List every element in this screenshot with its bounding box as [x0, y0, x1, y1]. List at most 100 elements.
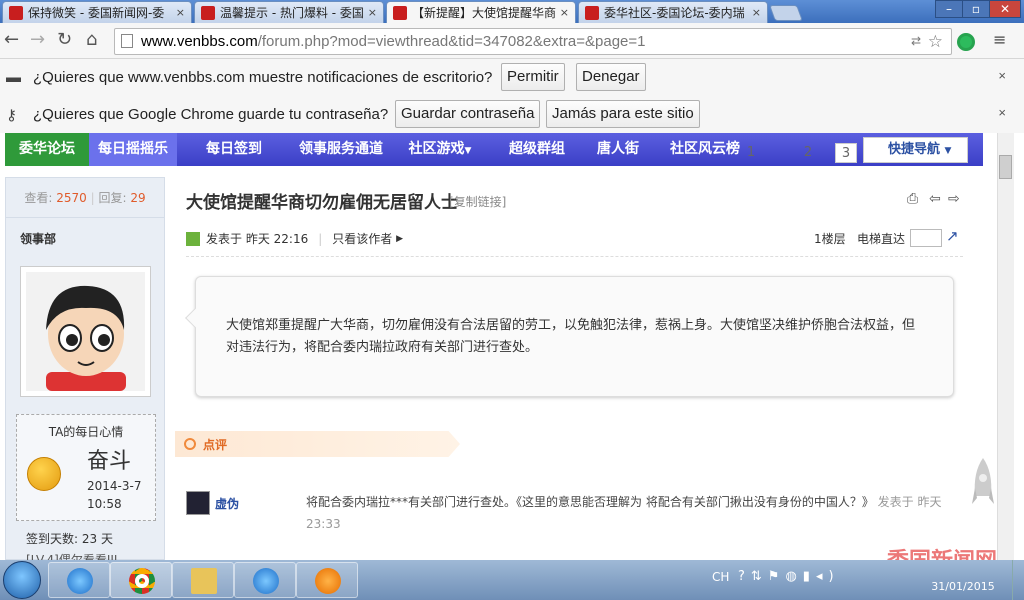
- author-sidebar: 查看: 2570 | 回复: 29 领事部 TA的每日心情 奋斗 2014-3-…: [5, 177, 165, 560]
- print-icon[interactable]: ⎙: [907, 191, 918, 207]
- forward-icon[interactable]: →: [30, 31, 45, 49]
- replies-count: 29: [130, 191, 146, 205]
- avast-icon: [315, 568, 341, 594]
- close-icon[interactable]: ×: [752, 6, 761, 19]
- close-window-button[interactable]: ✕: [989, 0, 1021, 18]
- maximize-button[interactable]: ▫: [962, 0, 990, 18]
- taskbar-explorer[interactable]: [172, 562, 234, 598]
- replies-label: 回复:: [98, 191, 127, 205]
- allow-button[interactable]: Permitir: [501, 63, 565, 91]
- elevator-input[interactable]: [910, 229, 942, 247]
- views-label: 查看:: [24, 191, 53, 205]
- copy-link[interactable]: [复制链接]: [449, 193, 506, 210]
- nav-groups[interactable]: 超级群组: [495, 133, 579, 166]
- web-page: 委华论坛 每日摇摇乐 每日签到 领事服务通道 社区游戏▼ 超级群组 唐人街 社区…: [0, 133, 1024, 560]
- close-icon[interactable]: ×: [368, 6, 377, 19]
- bookmark-star-icon[interactable]: ☆: [928, 29, 943, 54]
- elevator-label: 电梯直达: [857, 232, 906, 246]
- tray-icons[interactable]: ?⇅⚑◍▮◂): [738, 569, 840, 584]
- tab-4[interactable]: 委华社区-委国论坛-委内瑞 ×: [578, 1, 768, 23]
- close-icon[interactable]: ×: [176, 6, 185, 19]
- rocket-icon[interactable]: [972, 458, 994, 518]
- nav-shake[interactable]: 每日摇摇乐: [89, 133, 177, 166]
- commenter-name[interactable]: 虚伪: [215, 495, 239, 512]
- page-icon: [121, 34, 133, 48]
- page-number[interactable]: 3: [835, 143, 857, 163]
- nav-signin[interactable]: 每日签到: [181, 133, 287, 166]
- translate-icon[interactable]: ⇄: [911, 29, 921, 54]
- site-favicon: [9, 5, 23, 20]
- password-infobar: ⚷ ¿Quieres que Google Chrome guarde tu c…: [0, 96, 1024, 134]
- scrollbar[interactable]: [997, 133, 1014, 560]
- address-bar[interactable]: www.venbbs.com/forum.php?mod=viewthread&…: [114, 28, 952, 55]
- url-host: www.venbbs.com: [141, 33, 258, 50]
- posted-time: 昨天 22:16: [245, 232, 309, 246]
- commenter-avatar[interactable]: [186, 491, 210, 515]
- deny-button[interactable]: Denegar: [576, 63, 646, 91]
- folder-icon: [191, 568, 217, 594]
- language-indicator[interactable]: CH: [712, 570, 729, 584]
- minimize-button[interactable]: –: [935, 0, 963, 18]
- extension-icon[interactable]: [957, 33, 975, 51]
- new-tab-button[interactable]: [769, 5, 803, 21]
- taskbar-ie[interactable]: [48, 562, 110, 598]
- key-icon: ⚷: [6, 107, 17, 124]
- user-online-icon: [186, 231, 200, 246]
- posted-label: 发表于: [206, 232, 243, 246]
- site-favicon: [201, 5, 215, 20]
- only-author-link[interactable]: 只看该作者: [332, 230, 392, 247]
- forum-nav: 委华论坛 每日摇摇乐 每日签到 领事服务通道 社区游戏▼ 超级群组 唐人街 社区…: [5, 133, 983, 166]
- close-icon[interactable]: ×: [998, 105, 1006, 120]
- caret-down-icon: ▼: [464, 146, 472, 156]
- taskbar: CH ?⇅⚑◍▮◂) 31/01/2015: [0, 560, 1024, 600]
- next-thread-icon[interactable]: ⇨: [948, 191, 960, 207]
- never-for-site-button[interactable]: Jamás para este sitio: [546, 100, 700, 128]
- post-meta: 发表于 昨天 22:16 | 只看该作者 ▶: [186, 230, 403, 247]
- tab-title: 保持微笑 - 委国新闻网-委: [28, 6, 165, 20]
- tab-2[interactable]: 温馨提示 - 热门爆料 - 委国 ×: [194, 1, 384, 23]
- tab-3-active[interactable]: 【新提醒】大使馆提醒华商 ×: [386, 1, 576, 23]
- quick-nav-dropdown[interactable]: 快捷导航 ▼: [863, 137, 968, 163]
- toolbar: ← → ↻ ⌂ www.venbbs.com/forum.php?mod=vie…: [0, 23, 1024, 59]
- ie-icon: [67, 568, 93, 594]
- jump-icon[interactable]: ↗: [946, 227, 959, 245]
- taskbar-ie-2[interactable]: [234, 562, 296, 598]
- nav-home[interactable]: 委华论坛: [5, 133, 89, 166]
- post-text: 大使馆郑重提醒广大华商，切勿雇佣没有合法居留的劳工，以免触犯法律，惹祸上身。大使…: [226, 318, 916, 355]
- author-name[interactable]: 领事部: [20, 230, 56, 247]
- thread-title: 大使馆提醒华商切勿雇佣无居留人士: [186, 193, 458, 213]
- thread-stats: 查看: 2570 | 回复: 29: [6, 178, 164, 218]
- page-number[interactable]: 2: [797, 143, 819, 163]
- page-number[interactable]: 1: [740, 143, 762, 163]
- save-password-button[interactable]: Guardar contraseña: [395, 100, 541, 128]
- mood-time-value: 10:58: [87, 497, 122, 511]
- start-button[interactable]: [3, 561, 41, 599]
- close-icon[interactable]: ×: [998, 68, 1006, 83]
- close-icon[interactable]: ×: [560, 6, 569, 19]
- prev-thread-icon[interactable]: ⇦: [929, 191, 941, 207]
- scrollbar-thumb[interactable]: [999, 155, 1012, 179]
- comment-text: 将配合委内瑞拉***有关部门进行查处。《这里的意思能否理解为 将配合有关部门揪出…: [306, 495, 874, 509]
- nav-chinatown[interactable]: 唐人街: [581, 133, 655, 166]
- menu-icon[interactable]: ≡: [993, 30, 1006, 49]
- quick-nav-label: 快捷导航: [888, 142, 941, 157]
- clock-date: 31/01/2015: [931, 580, 995, 593]
- nav-ranking[interactable]: 社区风云榜: [657, 133, 753, 166]
- back-icon[interactable]: ←: [4, 31, 19, 49]
- post-body: 大使馆郑重提醒广大华商，切勿雇佣没有合法居留的劳工，以免触犯法律，惹祸上身。大使…: [185, 276, 954, 397]
- show-desktop-button[interactable]: [1012, 560, 1024, 600]
- nav-consular[interactable]: 领事服务通道: [287, 133, 395, 166]
- browser-window: 保持微笑 - 委国新闻网-委 × 温馨提示 - 热门爆料 - 委国 × 【新提醒】大…: [0, 0, 1024, 600]
- nav-games[interactable]: 社区游戏▼: [395, 133, 485, 166]
- sign-days: 签到天数: 23 天: [26, 532, 113, 546]
- mood-title: TA的每日心情: [48, 425, 124, 439]
- clock[interactable]: 31/01/2015: [923, 563, 1003, 595]
- reload-icon[interactable]: ↻: [57, 31, 72, 49]
- tab-1[interactable]: 保持微笑 - 委国新闻网-委 ×: [2, 1, 192, 23]
- home-icon[interactable]: ⌂: [86, 31, 97, 49]
- taskbar-chrome[interactable]: [110, 562, 172, 598]
- taskbar-avast[interactable]: [296, 562, 358, 598]
- avatar[interactable]: [20, 266, 151, 397]
- chrome-icon: [129, 568, 155, 594]
- user-level: [LV.4]偶尔看看III: [26, 553, 118, 560]
